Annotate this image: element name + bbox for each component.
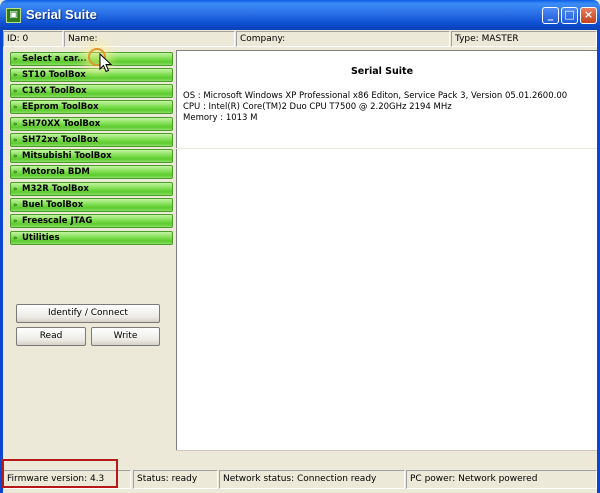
type-field: Type: MASTER — [451, 31, 597, 47]
expand-arrow-icon: » — [13, 55, 18, 63]
toolbox-label: SH70XX ToolBox — [22, 119, 101, 129]
toolbox-m32r[interactable]: » M32R ToolBox — [10, 182, 173, 196]
app-icon: ▣ — [6, 8, 21, 23]
window-title: Serial Suite — [26, 7, 97, 22]
work-area — [176, 149, 597, 450]
mouse-cursor-icon — [99, 53, 113, 73]
toolbox-sh70xx[interactable]: » SH70XX ToolBox — [10, 117, 173, 131]
cpu-info: CPU : Intel(R) Core(TM)2 Duo CPU T7500 @… — [183, 102, 452, 112]
expand-arrow-icon: » — [13, 103, 18, 111]
toolbox-label: Utilities — [22, 233, 60, 243]
write-button[interactable]: Write — [91, 327, 160, 346]
toolbox-label: M32R ToolBox — [22, 184, 89, 194]
toolbox-label: Motorola BDM — [22, 167, 90, 177]
toolbox-label: Freescale JTAG — [22, 216, 93, 226]
expand-arrow-icon: » — [13, 234, 18, 242]
network-status: Network status: Connection ready — [219, 470, 405, 489]
horizontal-scrollbar[interactable] — [176, 450, 597, 465]
toolbox-sh72xx[interactable]: » SH72xx ToolBox — [10, 133, 173, 147]
toolbox-panel: » Select a car... » ST10 ToolBox » C16X Too… — [3, 48, 175, 461]
minimize-button[interactable]: _ — [542, 7, 559, 24]
toolbox-label: C16X ToolBox — [22, 86, 87, 96]
toolbox-mitsubishi[interactable]: » Mitsubishi ToolBox — [10, 149, 173, 163]
expand-arrow-icon: » — [13, 71, 18, 79]
toolbox-utilities[interactable]: » Utilities — [10, 231, 173, 245]
expand-arrow-icon: » — [13, 217, 18, 225]
status-text: Status: ready — [133, 470, 218, 489]
toolbox-c16x[interactable]: » C16X ToolBox — [10, 84, 173, 98]
os-info: OS : Microsoft Windows XP Professional x… — [183, 91, 568, 101]
name-field: Name: — [64, 31, 235, 47]
info-title: Serial Suite — [350, 66, 414, 77]
id-field: ID: 0 — [3, 31, 63, 47]
toolbox-label: Select a car... — [22, 54, 87, 64]
expand-arrow-icon: » — [13, 120, 18, 128]
info-bar: ID: 0 Name: Company: Type: MASTER — [3, 30, 597, 48]
company-field: Company: — [236, 31, 450, 47]
toolbox-label: ST10 ToolBox — [22, 70, 86, 80]
toolbox-label: Buel ToolBox — [22, 200, 84, 210]
toolbox-st10[interactable]: » ST10 ToolBox — [10, 68, 173, 82]
expand-arrow-icon: » — [13, 201, 18, 209]
read-button[interactable]: Read — [16, 327, 86, 346]
expand-arrow-icon: » — [13, 185, 18, 193]
close-button[interactable]: × — [580, 7, 597, 24]
toolbox-buel[interactable]: » Buel ToolBox — [10, 198, 173, 212]
toolbox-label: SH72xx ToolBox — [22, 135, 99, 145]
firmware-highlight-box — [2, 459, 118, 488]
toolbox-eeprom[interactable]: » EEprom ToolBox — [10, 100, 173, 114]
memory-info: Memory : 1013 M — [183, 113, 258, 123]
expand-arrow-icon: » — [13, 168, 18, 176]
expand-arrow-icon: » — [13, 136, 18, 144]
toolbox-freescale-jtag[interactable]: » Freescale JTAG — [10, 214, 173, 228]
title-bar[interactable]: ▣ Serial Suite _ □ × — [0, 0, 600, 30]
system-info-panel: Serial Suite OS : Microsoft Windows XP P… — [176, 50, 597, 148]
toolbox-label: EEprom ToolBox — [22, 102, 99, 112]
identify-connect-button[interactable]: Identify / Connect — [16, 304, 160, 323]
expand-arrow-icon: » — [13, 152, 18, 160]
expand-arrow-icon: » — [13, 87, 18, 95]
toolbox-label: Mitsubishi ToolBox — [22, 151, 112, 161]
pc-power-status: PC power: Network powered — [406, 470, 597, 489]
serial-suite-window: ▣ Serial Suite _ □ × ID: 0 Name: Company… — [0, 0, 600, 493]
maximize-button[interactable]: □ — [561, 7, 578, 24]
toolbox-motorola-bdm[interactable]: » Motorola BDM — [10, 165, 173, 179]
